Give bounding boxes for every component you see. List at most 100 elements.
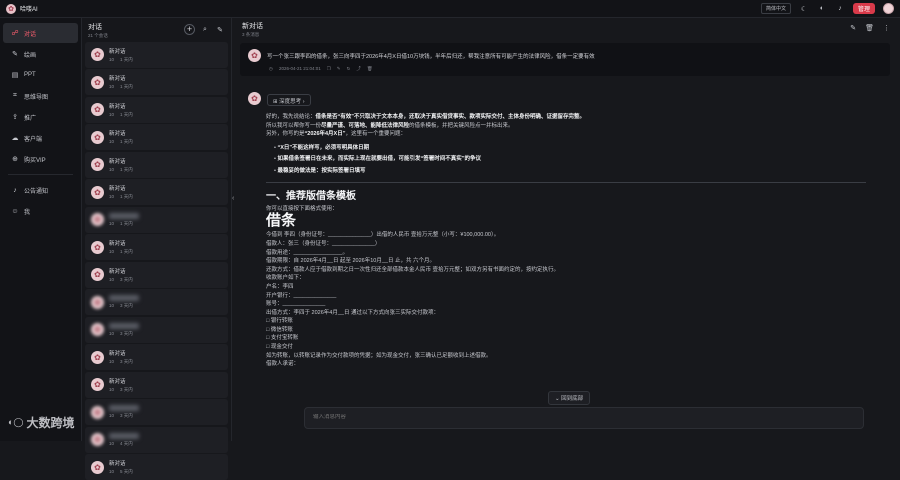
moon-icon[interactable]: ☾ <box>799 5 809 13</box>
conversation-item[interactable]: ✿新对话101 天内 <box>85 234 228 260</box>
avatar[interactable] <box>883 3 894 14</box>
conversation-item[interactable]: ✿103 天内 <box>85 317 228 343</box>
answer-bold: 尽量严谨、可落地、能降低法律风险 <box>321 123 409 129</box>
cart-icon: ⊕ <box>11 155 19 163</box>
conversation-panel: 对话 21 个会话 + ⌕ ✎ ✿新对话101 天内✿新对话101 天内✿新对话… <box>82 18 232 441</box>
loan-line: 今借到 李四（身份证号：______________）出借的人民币 壹拾万元整（… <box>266 231 866 240</box>
conversation-item[interactable]: ✿新对话101 天内 <box>85 152 228 178</box>
conversation-item[interactable]: ✿104 天内 <box>85 427 228 453</box>
conversation-item[interactable]: ✿新对话105 天内 <box>85 454 228 480</box>
conversation-avatar: ✿ <box>91 351 104 364</box>
more-icon[interactable]: ⋮ <box>883 24 890 39</box>
assistant-avatar: ✿ <box>248 92 261 105</box>
document-title: 借条 <box>266 217 866 226</box>
conversation-time: 1 天内 <box>120 221 133 227</box>
sidebar-item[interactable]: ♪公告通知 <box>3 180 78 200</box>
conversation-time: 3 天内 <box>120 331 133 337</box>
bullet-text: “X日”不能这样写，必须写明具体日期 <box>277 145 369 151</box>
conversation-title: 新对话 <box>109 102 133 110</box>
message-count: 10 <box>109 331 114 337</box>
divider <box>266 182 866 183</box>
refresh-icon[interactable]: ↻ <box>347 66 351 72</box>
conversation-item[interactable]: ✿103 天内 <box>85 399 228 425</box>
delete-icon[interactable]: 🗑 <box>367 66 373 72</box>
conversation-title: 新对话 <box>109 129 133 137</box>
loan-line: 借款期限：自 2026年4月__日 起至 2026年10月__日 止，共 六个月… <box>266 257 866 266</box>
conversation-time: 1 天内 <box>120 167 133 173</box>
conversation-item[interactable]: ✿101 天内 <box>85 207 228 233</box>
share-icon[interactable]: ⤴ <box>356 66 361 72</box>
sidebar-item[interactable]: ⇪推广 <box>3 107 78 127</box>
edit-icon[interactable]: ✎ <box>850 24 856 39</box>
conversation-avatar: ✿ <box>91 461 104 474</box>
sidebar-item-label: 我 <box>24 207 30 216</box>
bullet-text: 最稳妥的做法是：按实际签署日填写 <box>277 168 365 174</box>
conversation-item[interactable]: ✿新对话101 天内 <box>85 124 228 150</box>
conversation-item[interactable]: ✿ 10 3 天内 <box>85 289 228 315</box>
message-count: 10 <box>109 112 114 118</box>
search-icon[interactable]: ⌕ <box>200 26 210 34</box>
back-to-bottom-button[interactable]: ⌄ 回到底部 <box>548 391 590 405</box>
sidebar-item[interactable]: ☺我 <box>3 201 78 221</box>
conversation-title <box>109 433 139 439</box>
copy-icon[interactable]: ❐ <box>327 66 331 72</box>
sidebar-item[interactable]: ⌗思维导图 <box>3 86 78 106</box>
conversation-avatar: ✿ <box>91 433 104 446</box>
conversation-item[interactable]: ✿新对话103 天内 <box>85 262 228 288</box>
loan-line: 出借方式：李四于 2026年4月__日 通过以下方式向张三实际交付款项： <box>266 309 866 318</box>
conversation-avatar: ✿ <box>91 296 104 309</box>
conversation-time: 1 天内 <box>120 112 133 118</box>
conversation-avatar: ✿ <box>91 158 104 171</box>
conversation-avatar: ✿ <box>91 268 104 281</box>
message-count: 10 <box>109 469 114 475</box>
sidebar-item[interactable]: ✎绘画 <box>3 44 78 64</box>
conversation-avatar: ✿ <box>91 213 104 226</box>
share-icon: ⇪ <box>11 113 19 121</box>
message-count: 10 <box>109 303 114 309</box>
sidebar-item-label: 客户端 <box>24 134 42 143</box>
message-count: 10 <box>109 194 114 200</box>
message-input[interactable] <box>313 414 855 420</box>
conversation-item[interactable]: ✿新对话101 天内 <box>85 179 228 205</box>
conversation-avatar: ✿ <box>91 378 104 391</box>
loan-line: 还款方式：借款人应于借款到期之日一次性归还全部借款本金人民币 壹拾万元整；如双方… <box>266 266 866 275</box>
language-selector[interactable]: 简体中文 <box>761 3 791 14</box>
new-chat-button[interactable]: + <box>184 24 195 35</box>
conversation-title: 新对话 <box>109 267 133 275</box>
conversation-time: 4 天内 <box>120 441 133 447</box>
admin-button[interactable]: 管理 <box>853 3 875 14</box>
user-message: ✿ 写一个张三跟李四的借条，张三向李四于2026年4月X日借10万块钱，半年后归… <box>240 43 890 76</box>
conversation-time: 3 天内 <box>120 303 133 309</box>
conversation-item[interactable]: ✿新对话101 天内 <box>85 42 228 68</box>
deep-think-toggle[interactable]: ⊞ 深度思考 › <box>267 94 311 106</box>
conversation-title: 新对话 <box>109 239 133 247</box>
conversation-title: 新对话 <box>109 349 133 357</box>
conversation-item[interactable]: ✿新对话103 天内 <box>85 372 228 398</box>
conversation-item[interactable]: ✿新对话101 天内 <box>85 69 228 95</box>
theme-icon[interactable]: ◐ <box>817 5 827 12</box>
conversation-item[interactable]: ✿新对话101 天内 <box>85 97 228 123</box>
edit-icon[interactable]: ✎ <box>215 26 225 34</box>
conversation-time: 3 天内 <box>120 413 133 419</box>
edit-icon[interactable]: ✎ <box>337 66 341 72</box>
section-heading: 一、推荐版借条模板 <box>266 193 866 202</box>
clock-icon: ◷ <box>269 66 273 72</box>
sidebar-item[interactable]: ▤PPT <box>3 65 78 85</box>
brand[interactable]: ✿ 哈喽AI <box>6 4 38 14</box>
chat-subtitle: 3 条消息 <box>242 32 263 38</box>
bullet-text: 如果借条签署日在未来，而实际上现在就要出借，可能引发“签署时间不真实”的争议 <box>277 156 481 162</box>
bell-icon[interactable]: ♪ <box>835 5 845 12</box>
chevron-icon: › <box>303 99 305 105</box>
delete-icon[interactable]: 🗑 <box>865 24 874 39</box>
message-count: 10 <box>109 57 114 63</box>
think-label: 深度思考 <box>279 99 301 105</box>
loan-line: 如为转账，以转账记录作为交付款项的凭据；如为现金交付，张三确认已足额收到上述借款… <box>266 352 866 361</box>
sidebar-item[interactable]: ☍对话 <box>3 23 78 43</box>
conversation-item[interactable]: ✿新对话103 天内 <box>85 344 228 370</box>
brand-name: 哈喽AI <box>20 4 38 13</box>
chat-icon: ☍ <box>11 29 19 37</box>
section-intro: 你可以直接按下面格式使用： <box>266 205 866 214</box>
panel-title: 对话 <box>88 22 108 32</box>
sidebar-item[interactable]: ☁客户端 <box>3 128 78 148</box>
sidebar-item[interactable]: ⊕购买VIP <box>3 149 78 169</box>
